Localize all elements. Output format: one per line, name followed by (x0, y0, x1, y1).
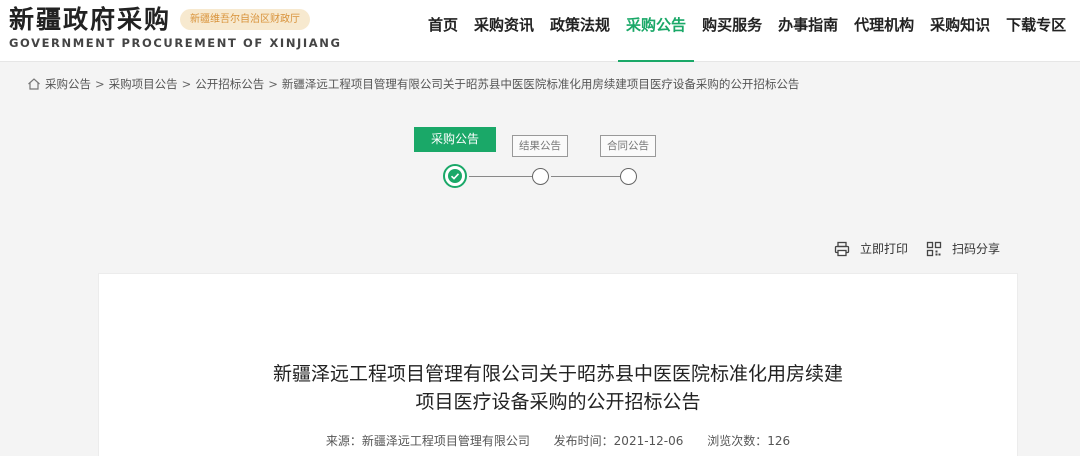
breadcrumb-item-project-announcements[interactable]: 采购项目公告 (109, 76, 178, 92)
printer-icon (834, 241, 850, 256)
step-check-icon (443, 164, 467, 188)
article-tools: 立即打印 扫码分享 (816, 240, 1000, 257)
article-title-line2: 项目医疗设备采购的公开招标公告 (415, 391, 701, 413)
nav-item-agencies[interactable]: 代理机构 (846, 0, 922, 62)
article-card: 新疆泽远工程项目管理有限公司关于昭苏县中医医院标准化用房续建 项目医疗设备采购的… (98, 273, 1018, 456)
article-title-line1: 新疆泽远工程项目管理有限公司关于昭苏县中医医院标准化用房续建 (272, 363, 843, 385)
breadcrumb-item-open-tender[interactable]: 公开招标公告 (195, 76, 264, 92)
site-logo-subtitle: GOVERNMENT PROCUREMENT OF XINJIANG (9, 36, 342, 50)
print-label: 立即打印 (859, 242, 908, 256)
breadcrumb-current: 新疆泽远工程项目管理有限公司关于昭苏县中医医院标准化用房续建项目医疗设备采购的公… (281, 77, 800, 91)
nav-item-announcements[interactable]: 采购公告 (618, 0, 695, 62)
breadcrumb: 采购公告 > 采购项目公告 > 公开招标公告 > 新疆泽远工程项目管理有限公司关… (27, 76, 799, 92)
article-views: 浏览次数：126 (707, 434, 791, 448)
share-button[interactable]: 扫码分享 (926, 240, 1000, 257)
step-circle-result (532, 168, 549, 185)
nav-item-news[interactable]: 采购资讯 (466, 0, 542, 62)
nav-item-guide[interactable]: 办事指南 (770, 0, 846, 62)
step-tag-contract[interactable]: 合同公告 (600, 135, 656, 157)
article-source: 来源：新疆泽远工程项目管理有限公司 (325, 434, 530, 448)
article-title: 新疆泽远工程项目管理有限公司关于昭苏县中医医院标准化用房续建 项目医疗设备采购的… (99, 360, 1017, 416)
step-circle-contract (620, 168, 637, 185)
main-nav: 首页 采购资讯 政策法规 采购公告 购买服务 办事指南 代理机构 采购知识 下载… (420, 0, 1074, 62)
breadcrumb-item-announcements[interactable]: 采购公告 (45, 76, 91, 92)
nav-item-policy[interactable]: 政策法规 (542, 0, 618, 62)
step-tag-result[interactable]: 结果公告 (512, 135, 568, 157)
breadcrumb-separator: > (268, 77, 278, 91)
department-badge: 新疆维吾尔自治区财政厅 (180, 9, 310, 30)
article-meta: 来源：新疆泽远工程项目管理有限公司 发布时间：2021-12-06 浏览次数：1… (99, 432, 1017, 449)
qr-code-icon (926, 241, 942, 256)
share-label: 扫码分享 (951, 242, 1000, 256)
site-header: 新疆政府采购 新疆维吾尔自治区财政厅 GOVERNMENT PROCUREMEN… (0, 0, 1080, 62)
nav-item-knowledge[interactable]: 采购知识 (922, 0, 998, 62)
step-tag-procurement[interactable]: 采购公告 (414, 127, 496, 152)
breadcrumb-separator: > (181, 77, 192, 91)
article-publish-time: 发布时间：2021-12-06 (553, 434, 684, 448)
step-connector (551, 176, 620, 177)
nav-item-services[interactable]: 购买服务 (694, 0, 770, 62)
step-connector (469, 176, 532, 177)
print-button[interactable]: 立即打印 (834, 240, 908, 257)
site-logo-title[interactable]: 新疆政府采购 (9, 5, 171, 35)
breadcrumb-separator: > (95, 77, 105, 91)
home-icon[interactable] (27, 77, 41, 91)
nav-item-downloads[interactable]: 下载专区 (998, 0, 1074, 62)
nav-item-home[interactable]: 首页 (420, 0, 466, 62)
